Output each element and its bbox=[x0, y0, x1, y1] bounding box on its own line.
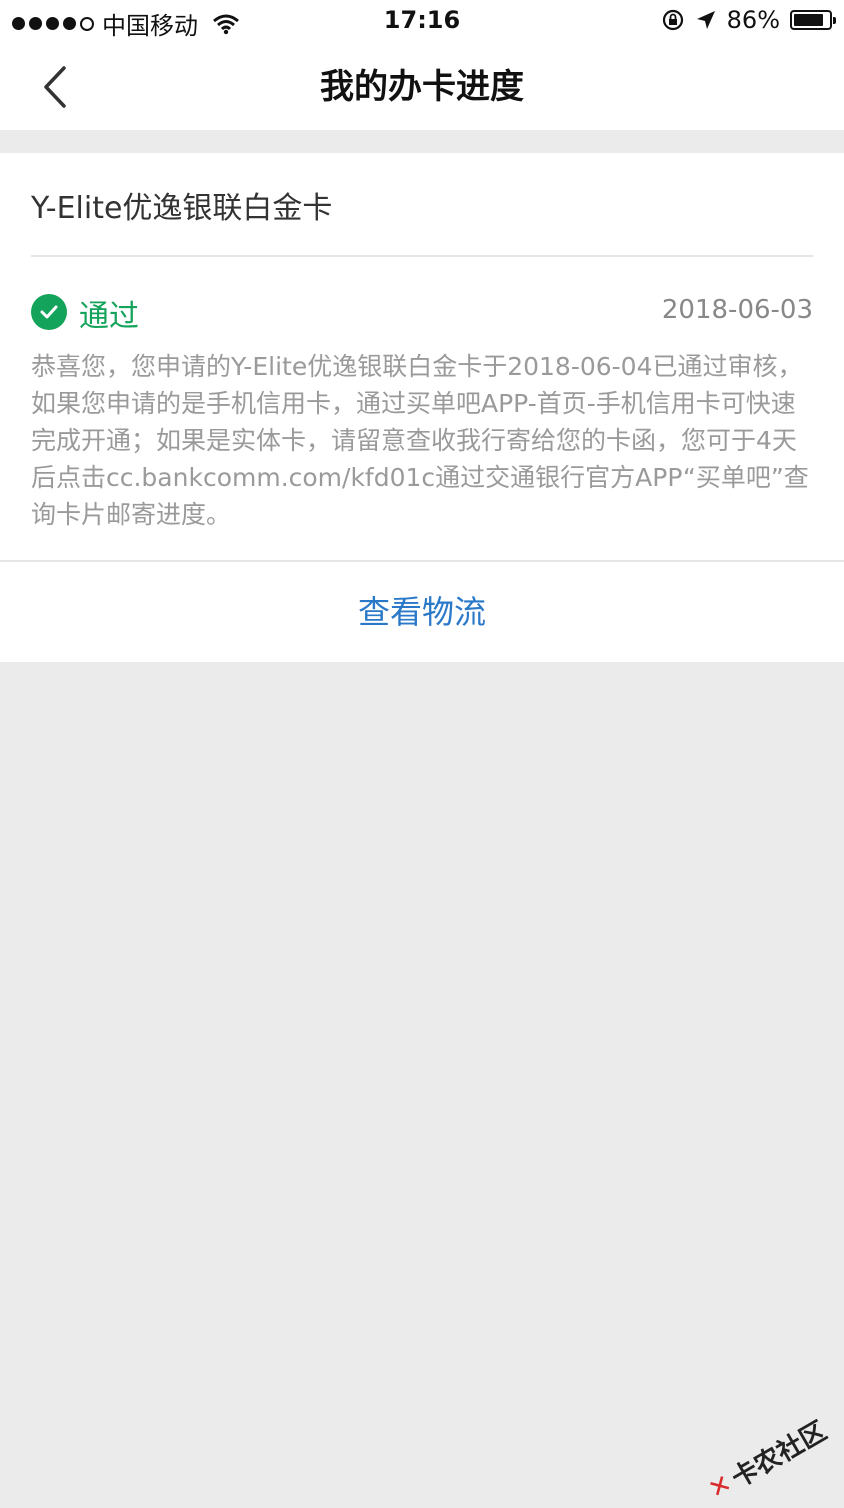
watermark: ✕ 卡农社区 bbox=[702, 1411, 833, 1508]
status-bar: 中国移动 17:16 86% bbox=[0, 0, 844, 44]
divider bbox=[31, 255, 813, 257]
battery-icon bbox=[790, 10, 836, 30]
rotation-lock-icon bbox=[662, 9, 683, 31]
battery-percent: 86% bbox=[726, 6, 780, 34]
logistics-bar: 查看物流 bbox=[0, 560, 844, 662]
watermark-text: 卡农社区 bbox=[726, 1416, 833, 1495]
application-card: Y-Elite优逸银联白金卡 通过 2018-06-03 恭喜您，您申请的Y-E… bbox=[0, 153, 844, 560]
battery-fill bbox=[794, 14, 823, 26]
card-product-name: Y-Elite优逸银联白金卡 bbox=[31, 191, 333, 226]
page-title: 我的办卡进度 bbox=[320, 67, 524, 107]
status-message: 恭喜您，您申请的Y-Elite优逸银联白金卡于2018-06-04已通过审核，如… bbox=[31, 352, 809, 529]
status-right: 86% bbox=[661, 6, 836, 34]
check-circle-icon bbox=[31, 294, 67, 330]
view-logistics-button[interactable]: 查看物流 bbox=[0, 562, 844, 662]
location-arrow-icon bbox=[696, 11, 715, 29]
navigation-bar: 我的办卡进度 bbox=[0, 44, 844, 130]
status-row: 通过 2018-06-03 bbox=[31, 293, 813, 334]
status-date: 2018-06-03 bbox=[661, 295, 813, 325]
status-label: 通过 bbox=[79, 299, 139, 334]
